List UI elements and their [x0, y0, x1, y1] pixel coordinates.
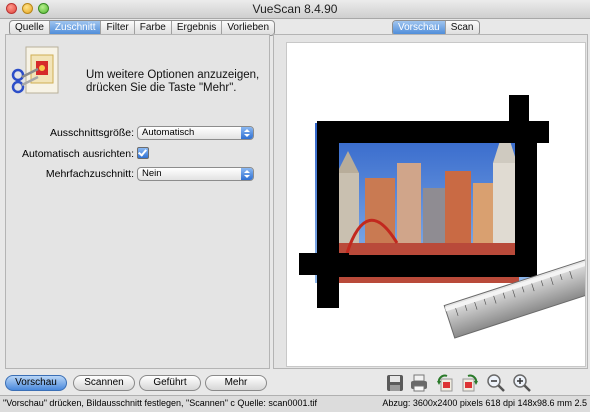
tab-farbe[interactable]: Farbe	[135, 21, 172, 35]
tab-scan[interactable]: Scan	[446, 21, 479, 35]
info-line-2: drücken Sie die Taste "Mehr".	[86, 82, 237, 94]
tab-vorlieben[interactable]: Vorlieben	[222, 21, 274, 35]
multi-crop-select[interactable]: Nein	[137, 167, 254, 181]
save-icon[interactable]	[385, 373, 405, 393]
tab-filter[interactable]: Filter	[101, 21, 135, 35]
crop-size-label: Ausschnittsgröße:	[49, 127, 134, 139]
preview-panel	[273, 34, 588, 369]
zoom-out-icon[interactable]	[486, 373, 506, 393]
multi-crop-value: Nein	[142, 168, 162, 179]
title-bar: VueScan 8.4.90	[0, 0, 590, 19]
info-line-1: Um weitere Optionen anzuzeigen,	[86, 69, 260, 81]
tab-ergebnis[interactable]: Ergebnis	[172, 21, 223, 35]
status-right-text: Abzug: 3600x2400 pixels 618 dpi 148x98.6…	[382, 398, 587, 408]
chevron-updown-icon	[241, 127, 253, 139]
auto-align-label: Automatisch ausrichten:	[21, 148, 134, 160]
preview-area[interactable]	[286, 42, 586, 367]
zoom-in-icon[interactable]	[512, 373, 532, 393]
rotate-right-icon[interactable]	[460, 373, 480, 393]
crop-size-value: Automatisch	[142, 127, 195, 138]
window-title: VueScan 8.4.90	[252, 2, 338, 16]
auto-align-checkbox[interactable]	[137, 147, 149, 159]
rotate-left-icon[interactable]	[435, 373, 455, 393]
tab-vorschau[interactable]: Vorschau	[393, 21, 446, 35]
tab-quelle[interactable]: Quelle	[10, 21, 50, 35]
status-bar: "Vorschau" drücken, Bildausschnitt festl…	[0, 395, 590, 412]
settings-panel: Um weitere Optionen anzuzeigen, drücken …	[5, 34, 270, 369]
scan-button[interactable]: Scannen	[73, 375, 135, 391]
info-text: Um weitere Optionen anzuzeigen, drücken …	[86, 69, 259, 95]
multi-crop-label: Mehrfachzuschnitt:	[45, 168, 134, 180]
print-icon[interactable]	[409, 373, 429, 393]
preview-image	[299, 95, 585, 339]
tab-zuschnitt[interactable]: Zuschnitt	[49, 21, 102, 35]
preview-button[interactable]: Vorschau	[5, 375, 67, 391]
crop-scissors-icon	[11, 46, 59, 94]
guided-button[interactable]: Geführt	[139, 375, 201, 391]
crop-size-select[interactable]: Automatisch	[137, 126, 254, 140]
chevron-updown-icon	[241, 168, 253, 180]
status-left-text: "Vorschau" drücken, Bildausschnitt festl…	[3, 398, 317, 408]
more-button[interactable]: Mehr	[205, 375, 267, 391]
